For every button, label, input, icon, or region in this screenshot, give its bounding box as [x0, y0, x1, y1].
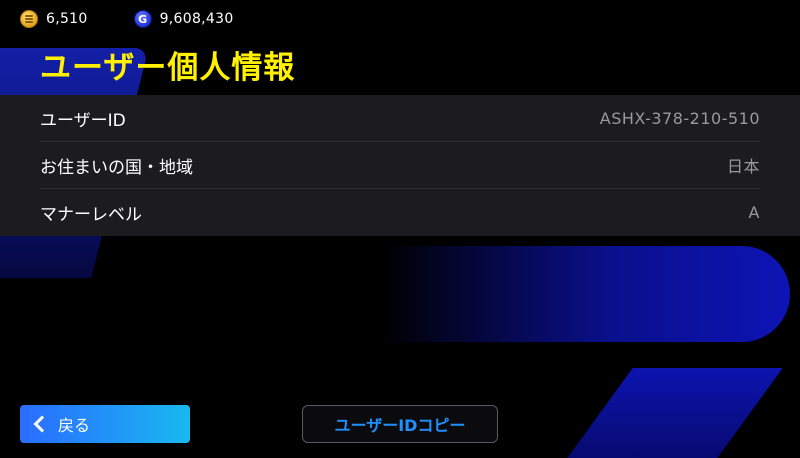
gp-coin-icon: G — [133, 10, 152, 28]
info-value: 日本 — [726, 157, 760, 176]
info-value: ASHX-378-210-510 — [599, 108, 760, 128]
coins-amount: 6,510 — [46, 11, 88, 27]
background-shape-right-band — [380, 246, 790, 342]
currency-coins: 6,510 — [20, 10, 88, 28]
gp-amount: 9,608,430 — [159, 11, 234, 27]
info-row-manner-level: マナーレベル A — [40, 189, 760, 236]
copy-user-id-button[interactable]: ユーザーIDコピー — [302, 405, 498, 443]
gold-coin-icon — [20, 10, 38, 28]
background-shape-diagonal — [567, 368, 783, 458]
currency-bar: 6,510 G 9,608,430 — [20, 8, 234, 30]
info-label: マナーレベル — [40, 205, 142, 225]
info-row-user-id: ユーザーID ASHX-378-210-510 — [40, 95, 760, 142]
info-label: お住まいの国・地域 — [40, 157, 193, 178]
back-button[interactable]: 戻る — [20, 405, 190, 443]
user-info-panel: ユーザーID ASHX-378-210-510 お住まいの国・地域 日本 マナー… — [0, 95, 800, 236]
page-title: ユーザー個人情報 — [40, 50, 296, 86]
info-value: A — [748, 203, 760, 222]
back-button-label: 戻る — [58, 416, 91, 435]
info-row-region: お住まいの国・地域 日本 — [40, 142, 760, 189]
currency-gp: G 9,608,430 — [133, 10, 234, 28]
chevron-left-icon — [33, 415, 51, 433]
info-label: ユーザーID — [40, 110, 126, 131]
